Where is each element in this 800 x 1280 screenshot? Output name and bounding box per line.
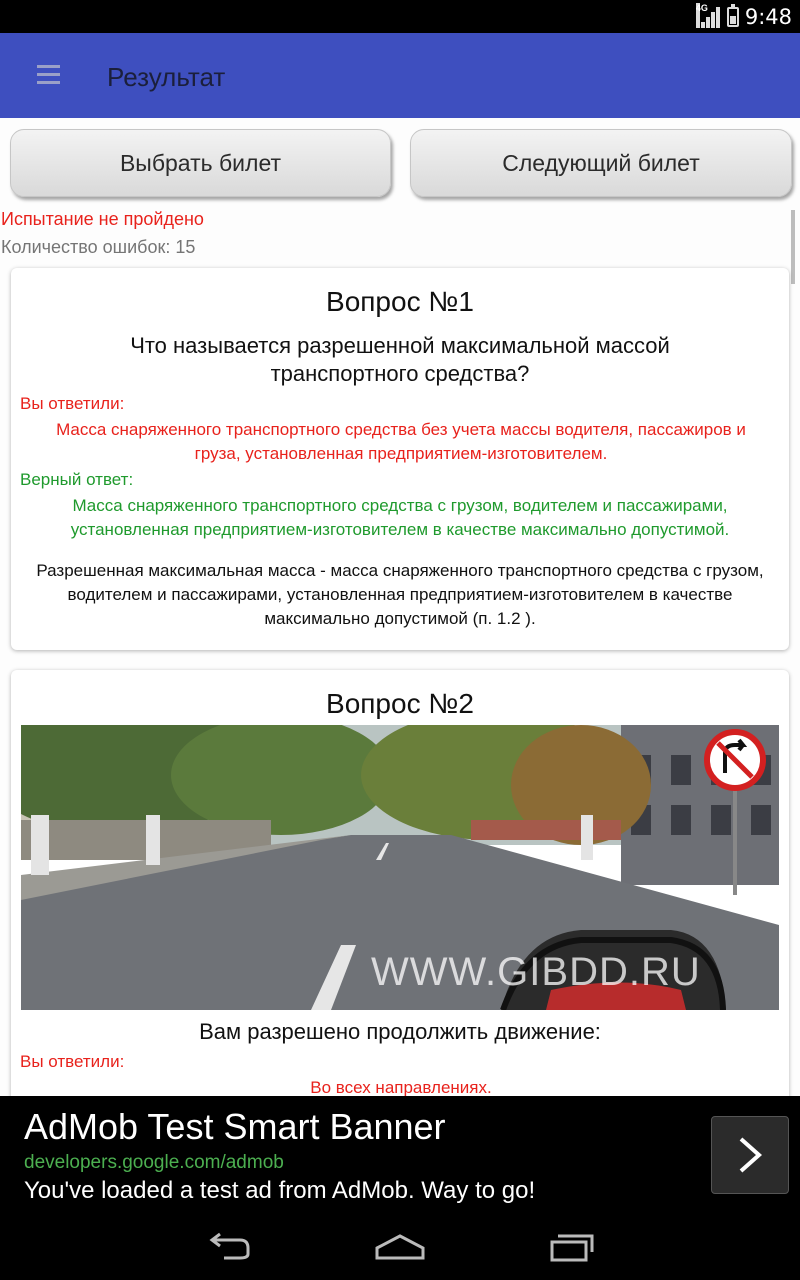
network-type: 4G	[695, 3, 708, 28]
status-indicators: 4G 9:48	[695, 3, 792, 30]
correct-answer: Масса снаряженного транспортного средств…	[70, 496, 730, 539]
hamburger-menu-icon[interactable]	[37, 65, 60, 85]
test-status: Испытание не пройдено	[1, 209, 204, 229]
system-nav-bar	[0, 1216, 800, 1280]
page-title: Результат	[107, 62, 226, 92]
question-title: Вопрос №2	[326, 688, 474, 719]
question-text: Вам разрешено продолжить движение:	[199, 1019, 601, 1044]
ad-title: AdMob Test Smart Banner	[24, 1106, 446, 1147]
ad-description: You've loaded a test ad from AdMob. Way …	[24, 1177, 536, 1204]
select-ticket-button[interactable]: Выбрать билет	[10, 129, 391, 197]
question-text: Что называется разрешенной максимальной …	[130, 333, 670, 386]
scrollbar[interactable]	[791, 210, 795, 284]
explanation: Разрешенная максимальная масса - масса с…	[36, 561, 764, 628]
ad-banner[interactable]: AdMob Test Smart Banner developers.googl…	[0, 1096, 800, 1216]
recents-icon	[550, 1234, 594, 1262]
home-button[interactable]	[370, 1230, 430, 1266]
ad-url[interactable]: developers.google.com/admob	[24, 1152, 284, 1174]
error-count: Количество ошибок: 15	[1, 237, 196, 257]
recents-button[interactable]	[540, 1230, 600, 1266]
question-title: Вопрос №1	[326, 286, 474, 317]
question-card: Вопрос №1 Что называется разрешенной мак…	[11, 268, 789, 650]
status-bar: 4G 9:48	[0, 0, 800, 33]
image-watermark: WWW.GIBDD.RU	[371, 950, 701, 994]
your-answer: Масса снаряженного транспортного средств…	[56, 420, 746, 463]
clock: 9:48	[744, 5, 792, 29]
back-button[interactable]	[200, 1230, 260, 1266]
home-icon	[375, 1234, 425, 1260]
ad-arrow-button[interactable]	[711, 1116, 789, 1194]
question-image: WWW.GIBDD.RU	[21, 725, 779, 1010]
chevron-right-icon	[739, 1137, 763, 1173]
back-icon	[209, 1232, 250, 1260]
signal-icon: 4G	[695, 3, 721, 28]
your-answer-label: Вы ответили:	[20, 394, 125, 413]
correct-answer-label: Верный ответ:	[20, 470, 134, 489]
app-bar: Результат	[0, 33, 800, 118]
question-card: Вопрос №2 WWW.GIBDD.RU Вам разрешено про…	[11, 670, 789, 1110]
your-answer-label: Вы ответили:	[20, 1052, 125, 1071]
next-ticket-button[interactable]: Следующий билет	[410, 129, 792, 197]
battery-icon	[726, 4, 739, 27]
